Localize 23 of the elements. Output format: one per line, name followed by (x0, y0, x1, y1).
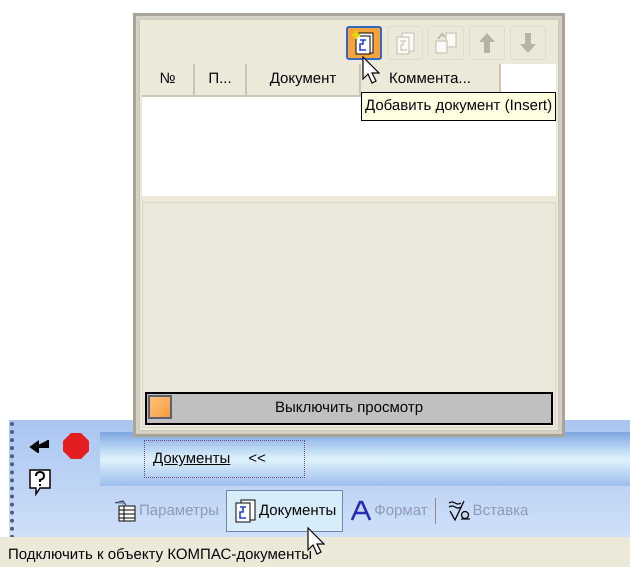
symbols-icon (446, 499, 471, 524)
documents-label: Документы (153, 449, 230, 470)
swap-documents-icon (433, 30, 459, 56)
preview-toggle-button[interactable]: Выключить просмотр (145, 392, 553, 425)
collapse-label: << (248, 449, 266, 470)
status-text: Подключить к объекту КОМПАС-документы (8, 546, 312, 563)
documents-button[interactable]: Документы << (144, 440, 305, 478)
column-header[interactable]: № (142, 64, 195, 97)
column-header[interactable]: Документ (247, 64, 361, 97)
stop-icon[interactable] (62, 432, 90, 460)
arrow-down-icon (517, 31, 539, 55)
arrow-up-icon (476, 31, 498, 55)
help-icon[interactable] (28, 468, 52, 496)
documents-icon (232, 498, 257, 524)
enter-arrow-icon[interactable] (28, 439, 52, 454)
tooltip: Добавить документ (Insert) (361, 92, 556, 120)
letter-icon (350, 500, 372, 522)
cursor-icon (362, 56, 380, 84)
toolbar-button[interactable] (346, 26, 382, 60)
preview-indicator-icon (148, 395, 172, 419)
tab[interactable]: Документы (226, 490, 344, 532)
table-icon (113, 499, 137, 524)
column-header[interactable]: П... (195, 64, 247, 97)
